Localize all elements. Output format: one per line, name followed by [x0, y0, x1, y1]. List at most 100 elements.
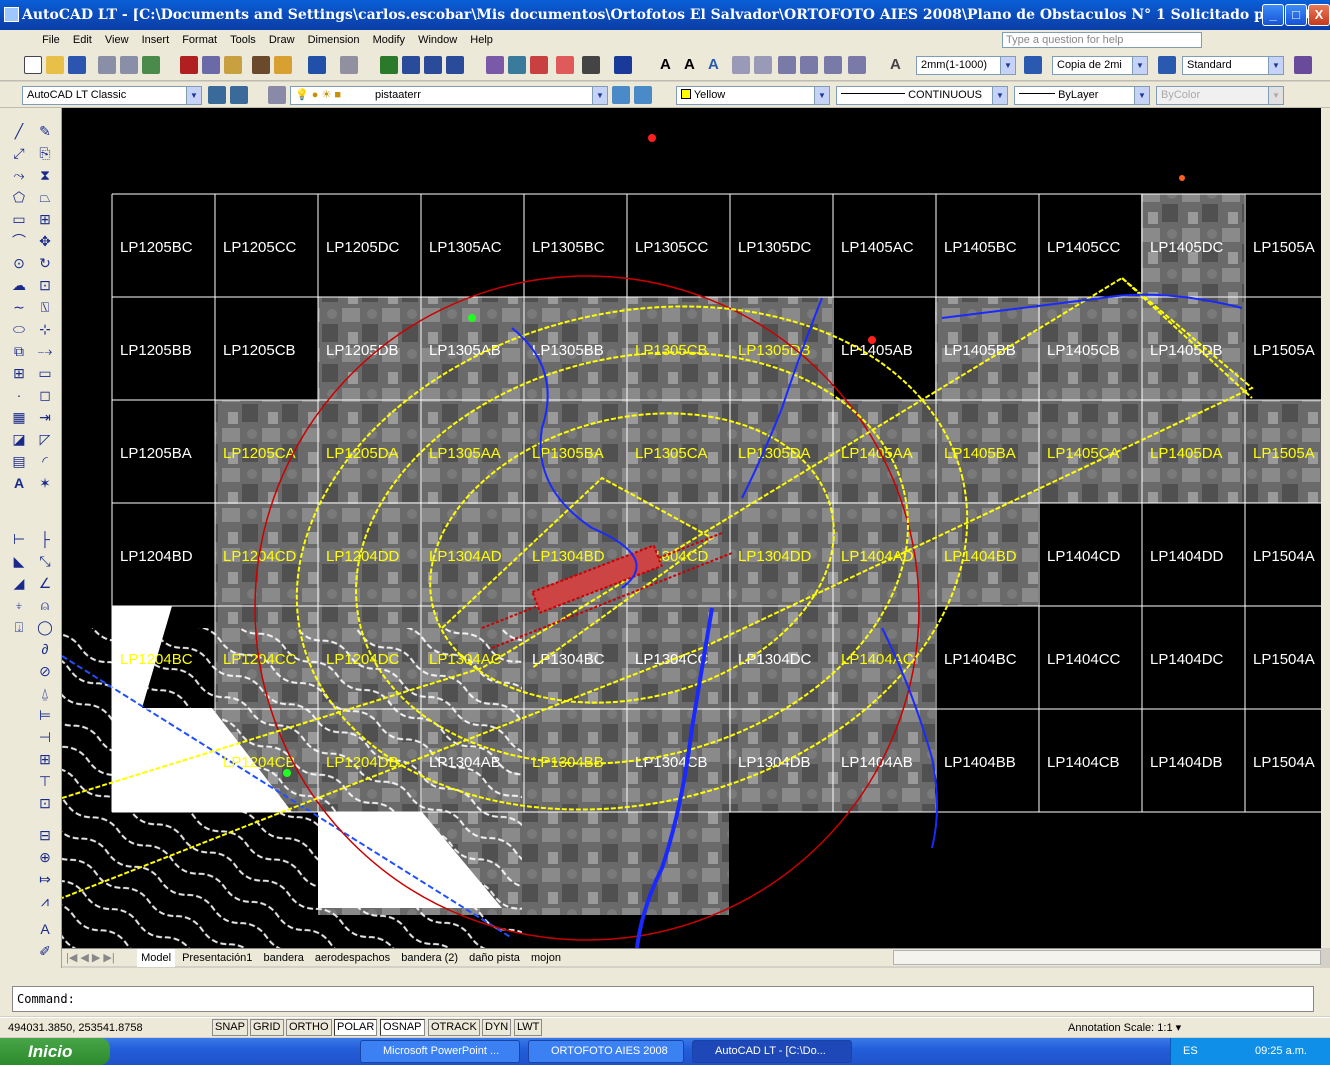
layer-previous-icon[interactable] — [634, 86, 652, 104]
color-combo[interactable]: Yellow ▼ — [676, 86, 830, 105]
zoom-previous-icon[interactable] — [446, 56, 464, 74]
menu-dimension[interactable]: Dimension — [303, 30, 365, 50]
dim-radius-icon[interactable]: ⍗ — [8, 616, 30, 638]
mtext-icon[interactable]: A — [8, 472, 30, 494]
language-indicator[interactable]: ES — [1183, 1038, 1198, 1065]
rectangle-icon[interactable]: ▭ — [8, 208, 30, 230]
menu-file[interactable]: File — [37, 30, 65, 50]
dim-style-combo[interactable]: Copia de 2mi ▼ — [1052, 56, 1148, 75]
construction-line-icon[interactable]: ⤢ — [8, 142, 30, 164]
dyn-toggle[interactable]: DYN — [482, 1019, 512, 1036]
text-align-icon[interactable]: A — [34, 918, 56, 940]
point-icon[interactable]: · — [8, 384, 30, 406]
dim-space-icon[interactable]: ⊘ — [34, 660, 56, 682]
layer-properties-icon[interactable] — [268, 86, 286, 104]
properties-icon[interactable] — [486, 56, 504, 74]
convert-space-icon[interactable] — [848, 56, 866, 74]
publish-icon[interactable] — [142, 56, 160, 74]
close-button[interactable]: X — [1308, 4, 1330, 26]
find-icon[interactable] — [732, 56, 750, 74]
extend-icon[interactable]: ⤍ — [34, 340, 56, 362]
spell-icon[interactable] — [754, 56, 772, 74]
text-style-manager-icon[interactable]: A — [890, 56, 908, 74]
dim-angular-icon[interactable]: ∠ — [34, 572, 56, 594]
tool-palettes-icon[interactable] — [530, 56, 548, 74]
workspace-combo[interactable]: AutoCAD LT Classic ▼ — [22, 86, 202, 105]
ellipse-icon[interactable]: ⬭ — [8, 318, 30, 340]
polygon-icon[interactable]: ⬠ — [8, 186, 30, 208]
start-button[interactable]: Inicio — [0, 1038, 110, 1065]
make-current-layer-icon[interactable] — [612, 86, 630, 104]
ortho-toggle[interactable]: ORTHO — [286, 1019, 332, 1036]
help-icon[interactable] — [614, 56, 632, 74]
dim-jogged-icon[interactable]: ├ — [34, 528, 56, 550]
insert-block-icon[interactable]: ⧉ — [8, 340, 30, 362]
drawing-svg[interactable]: LP1205BC LP1205CC LP1205DC LP1305AC LP1305BC… — [62, 108, 1321, 948]
dim-override-icon[interactable]: ⩘ — [34, 890, 56, 912]
save-icon[interactable] — [68, 56, 86, 74]
tab-mojon[interactable]: mojon — [527, 949, 565, 967]
menu-tools[interactable]: Tools — [225, 30, 261, 50]
quick-launch-icons[interactable] — [130, 1043, 240, 1060]
calculator-icon[interactable] — [582, 56, 600, 74]
menu-view[interactable]: View — [100, 30, 134, 50]
clock[interactable]: 09:25 a.m. — [1255, 1038, 1307, 1065]
table-icon[interactable]: ▤ — [8, 450, 30, 472]
polar-toggle[interactable]: POLAR — [334, 1019, 378, 1036]
window-title-bar[interactable]: AutoCAD LT - [C:\Documents and Settings\… — [0, 0, 1330, 30]
dim-edit-icon[interactable]: ⊡ — [34, 792, 56, 814]
tab-bandera[interactable]: bandera — [259, 949, 307, 967]
fillet-icon[interactable]: ◜ — [34, 450, 56, 472]
edit-text-icon[interactable]: A — [708, 56, 726, 74]
join-icon[interactable]: ⇥ — [34, 406, 56, 428]
lwt-toggle[interactable]: LWT — [514, 1019, 543, 1036]
preview-icon[interactable] — [120, 56, 138, 74]
hatch-icon[interactable]: ▦ — [8, 406, 30, 428]
minimize-button[interactable]: _ — [1262, 4, 1284, 26]
tolerance-icon[interactable]: ⊨ — [34, 704, 56, 726]
match-properties-icon[interactable] — [252, 56, 270, 74]
dim-update-icon[interactable]: ⊕ — [34, 846, 56, 868]
horizontal-scrollbar[interactable] — [893, 950, 1321, 965]
dim-linear-icon[interactable]: ⊢ — [8, 528, 30, 550]
cut-icon[interactable] — [180, 56, 198, 74]
maximize-button[interactable]: □ — [1285, 4, 1307, 26]
help-search-input[interactable]: Type a question for help — [1002, 32, 1202, 48]
taskbar-autocad[interactable]: AutoCAD LT - [C:\Do... — [692, 1040, 852, 1063]
menu-window[interactable]: Window — [413, 30, 462, 50]
dim-style-icon[interactable]: ⤇ — [34, 868, 56, 890]
inspection-icon[interactable]: ⊞ — [34, 748, 56, 770]
mirror-icon[interactable]: ⧗ — [34, 164, 56, 186]
explode-icon[interactable]: ✶ — [34, 472, 56, 494]
layer-combo[interactable]: 💡 ● ☀ ■ pistaaterr ▼ — [290, 86, 608, 105]
new-icon[interactable] — [24, 56, 42, 74]
menu-help[interactable]: Help — [465, 30, 498, 50]
menu-insert[interactable]: Insert — [137, 30, 175, 50]
drawing-area[interactable]: LP1205BC LP1205CC LP1205DC LP1305AC LP1305BC… — [62, 108, 1321, 948]
menu-modify[interactable]: Modify — [368, 30, 410, 50]
spline-icon[interactable]: ∼ — [8, 296, 30, 318]
text-icon[interactable]: A — [660, 56, 678, 74]
table-style-icon[interactable] — [1158, 56, 1176, 74]
pan-icon[interactable] — [380, 56, 398, 74]
menu-edit[interactable]: Edit — [68, 30, 97, 50]
multileader-icon[interactable] — [1294, 56, 1312, 74]
gradient-icon[interactable]: ◪ — [8, 428, 30, 450]
tab-dano-pista[interactable]: daño pista — [465, 949, 524, 967]
center-mark-icon[interactable]: ⊣ — [34, 726, 56, 748]
annotation-scale[interactable]: Annotation Scale: 1:1 ▾ — [1068, 1018, 1181, 1038]
dim-aligned-icon[interactable]: ◣ — [8, 550, 30, 572]
autocad-app-icon[interactable] — [4, 7, 19, 22]
tab-bandera-2[interactable]: bandera (2) — [397, 949, 462, 967]
redo-icon[interactable] — [340, 56, 358, 74]
leader-icon[interactable]: ✐ — [34, 940, 56, 962]
array-icon[interactable]: ⊞ — [34, 208, 56, 230]
line-icon[interactable]: ╱ — [8, 120, 30, 142]
polyline-icon[interactable]: ⤳ — [8, 164, 30, 186]
lineweight-combo[interactable]: ByLayer ▼ — [1014, 86, 1150, 105]
scale-icon[interactable]: ⊡ — [34, 274, 56, 296]
rotate-icon[interactable]: ↻ — [34, 252, 56, 274]
dim-text-edit-icon[interactable]: ⊟ — [34, 824, 56, 846]
design-center-icon[interactable] — [508, 56, 526, 74]
dim-baseline-icon[interactable]: ◯ — [34, 616, 56, 638]
